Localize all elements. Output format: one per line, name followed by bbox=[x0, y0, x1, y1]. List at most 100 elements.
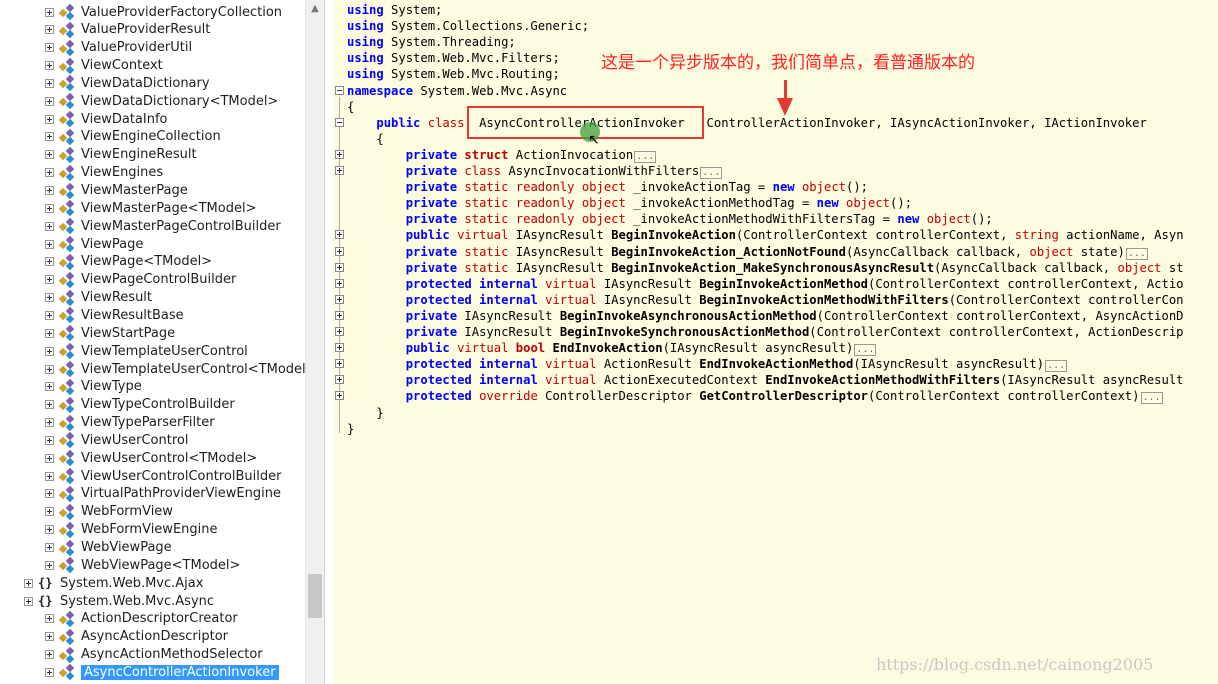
tree-class-item[interactable]: ViewTypeControlBuilder bbox=[45, 396, 235, 414]
expand-plus-icon[interactable] bbox=[45, 150, 54, 160]
collapsed-region-marker[interactable]: ... bbox=[634, 150, 657, 163]
outline-collapse-icon[interactable] bbox=[335, 85, 344, 95]
expand-plus-icon[interactable] bbox=[45, 25, 54, 35]
expand-plus-icon[interactable] bbox=[45, 239, 54, 249]
tree-class-item[interactable]: ViewTemplateUserControl<TModel bbox=[45, 360, 305, 378]
tree-class-item[interactable]: ValueProviderResult bbox=[45, 21, 210, 39]
tree-class-item[interactable]: ViewStartPage bbox=[45, 324, 175, 342]
outline-collapse-icon[interactable] bbox=[335, 117, 344, 127]
expand-plus-icon[interactable] bbox=[45, 43, 54, 53]
outline-expand-icon[interactable] bbox=[335, 310, 344, 320]
tree-class-item[interactable]: ViewPageControlBuilder bbox=[45, 271, 236, 289]
scroll-thumb[interactable] bbox=[308, 574, 322, 618]
outline-expand-icon[interactable] bbox=[335, 294, 344, 304]
outline-expand-icon[interactable] bbox=[335, 391, 344, 401]
expand-plus-icon[interactable] bbox=[45, 78, 54, 88]
code-editor[interactable]: using System; using System.Collections.Ge… bbox=[333, 0, 1218, 684]
expand-plus-icon[interactable] bbox=[45, 667, 54, 677]
expand-plus-icon[interactable] bbox=[45, 418, 54, 428]
tree-class-item[interactable]: ViewResult bbox=[45, 289, 152, 307]
outline-expand-icon[interactable] bbox=[335, 327, 344, 336]
tree-scrollbar[interactable]: ▲ bbox=[305, 0, 324, 684]
tree-class-item[interactable]: VirtualPathProviderViewEngine bbox=[45, 485, 281, 503]
tree-namespace-item[interactable]: {} System.Web.Mvc.Async bbox=[24, 592, 214, 610]
tree-class-item[interactable]: ViewUserControl<TModel> bbox=[45, 449, 257, 467]
tree-class-item[interactable]: ValueProviderFactoryCollection bbox=[45, 3, 282, 21]
expand-plus-icon[interactable] bbox=[45, 346, 54, 356]
collapsed-region-marker[interactable]: ... bbox=[1140, 392, 1163, 405]
expand-plus-icon[interactable] bbox=[45, 275, 54, 285]
expand-plus-icon[interactable] bbox=[45, 650, 54, 660]
tree-class-item[interactable]: ViewUserControlControlBuilder bbox=[45, 467, 281, 485]
expand-plus-icon[interactable] bbox=[45, 203, 54, 213]
tree-class-item[interactable]: ValueProviderUtil bbox=[45, 39, 192, 57]
tree-class-item[interactable]: WebViewPage<TModel> bbox=[45, 556, 240, 574]
expand-plus-icon[interactable] bbox=[24, 578, 33, 588]
expand-plus-icon[interactable] bbox=[45, 453, 54, 463]
expand-plus-icon[interactable] bbox=[45, 168, 54, 178]
expand-plus-icon[interactable] bbox=[45, 132, 54, 142]
tree-class-item[interactable]: ViewEngineResult bbox=[45, 146, 197, 164]
scroll-up-arrow-icon[interactable]: ▲ bbox=[306, 0, 324, 18]
outline-expand-icon[interactable] bbox=[335, 246, 344, 256]
pane-splitter[interactable] bbox=[324, 0, 333, 684]
outline-expand-icon[interactable] bbox=[335, 262, 344, 272]
expand-plus-icon[interactable] bbox=[45, 364, 54, 374]
outline-expand-icon[interactable] bbox=[335, 375, 344, 385]
tree-class-item[interactable]: ViewPage bbox=[45, 235, 143, 253]
expand-plus-icon[interactable] bbox=[45, 560, 54, 570]
expand-plus-icon[interactable] bbox=[45, 471, 54, 481]
expand-plus-icon[interactable] bbox=[45, 221, 54, 231]
expand-plus-icon[interactable] bbox=[24, 596, 33, 606]
expand-plus-icon[interactable] bbox=[45, 257, 54, 267]
tree-class-item[interactable]: WebFormView bbox=[45, 503, 173, 521]
collapsed-region-marker[interactable]: ... bbox=[854, 344, 877, 357]
expand-plus-icon[interactable] bbox=[45, 186, 54, 195]
outline-expand-icon[interactable] bbox=[335, 343, 344, 353]
object-browser-tree[interactable]: ValueProviderFactoryCollection ValueProvi… bbox=[0, 0, 305, 684]
tree-class-item[interactable]: ViewDataDictionary<TModel> bbox=[45, 92, 278, 110]
tree-class-item[interactable]: ViewMasterPageControlBuilder bbox=[45, 217, 281, 235]
tree-class-item[interactable]: ViewContext bbox=[45, 57, 163, 75]
tree-class-item[interactable]: ViewMasterPage<TModel> bbox=[45, 199, 256, 217]
expand-plus-icon[interactable] bbox=[45, 489, 54, 499]
tree-class-item[interactable]: WebViewPage bbox=[45, 539, 172, 557]
expand-plus-icon[interactable] bbox=[45, 507, 54, 517]
tree-class-item[interactable]: ViewDataDictionary bbox=[45, 74, 210, 92]
expand-plus-icon[interactable] bbox=[45, 525, 54, 535]
expand-plus-icon[interactable] bbox=[45, 435, 54, 445]
expand-plus-icon[interactable] bbox=[45, 7, 54, 17]
tree-class-item[interactable]: ViewEngineCollection bbox=[45, 128, 221, 146]
tree-class-item[interactable]: WebFormViewEngine bbox=[45, 521, 218, 539]
collapsed-region-marker[interactable]: ... bbox=[700, 167, 723, 179]
tree-class-item[interactable]: AsyncActionDescriptor bbox=[45, 628, 228, 646]
expand-plus-icon[interactable] bbox=[45, 114, 54, 124]
tree-class-item[interactable]: ViewMasterPage bbox=[45, 182, 188, 200]
expand-plus-icon[interactable] bbox=[45, 61, 54, 71]
expand-plus-icon[interactable] bbox=[45, 328, 54, 338]
tree-class-item[interactable]: AsyncActionMethodSelector bbox=[45, 646, 263, 664]
tree-class-item[interactable]: ViewTemplateUserControl bbox=[45, 342, 248, 360]
tree-class-item[interactable]: ViewTypeParserFilter bbox=[45, 414, 215, 432]
collapsed-region-marker[interactable]: ... bbox=[1045, 360, 1068, 373]
expand-plus-icon[interactable] bbox=[45, 543, 54, 552]
expand-plus-icon[interactable] bbox=[45, 293, 54, 303]
expand-plus-icon[interactable] bbox=[45, 614, 54, 624]
collapsed-region-marker[interactable]: ... bbox=[1125, 247, 1148, 260]
tree-class-item[interactable]: ViewUserControl bbox=[45, 431, 188, 449]
expand-plus-icon[interactable] bbox=[45, 310, 54, 320]
tree-namespace-item[interactable]: {} System.Web.Mvc.Ajax bbox=[24, 574, 203, 592]
expand-plus-icon[interactable] bbox=[45, 632, 54, 642]
tree-class-item[interactable]: AsyncControllerActionInvoker bbox=[45, 663, 279, 681]
tree-class-item[interactable]: ViewType bbox=[45, 378, 142, 396]
tree-class-item[interactable]: ViewPage<TModel> bbox=[45, 253, 212, 271]
tree-class-item[interactable]: ViewResultBase bbox=[45, 306, 184, 324]
expand-plus-icon[interactable] bbox=[45, 382, 54, 392]
tree-class-item[interactable]: ViewDataInfo bbox=[45, 110, 168, 128]
tree-class-item[interactable]: ActionDescriptorCreator bbox=[45, 610, 238, 628]
outline-expand-icon[interactable] bbox=[335, 278, 344, 288]
expand-plus-icon[interactable] bbox=[45, 96, 54, 106]
outline-expand-icon[interactable] bbox=[335, 230, 344, 240]
outline-expand-icon[interactable] bbox=[335, 359, 344, 369]
outline-expand-icon[interactable] bbox=[335, 149, 344, 159]
